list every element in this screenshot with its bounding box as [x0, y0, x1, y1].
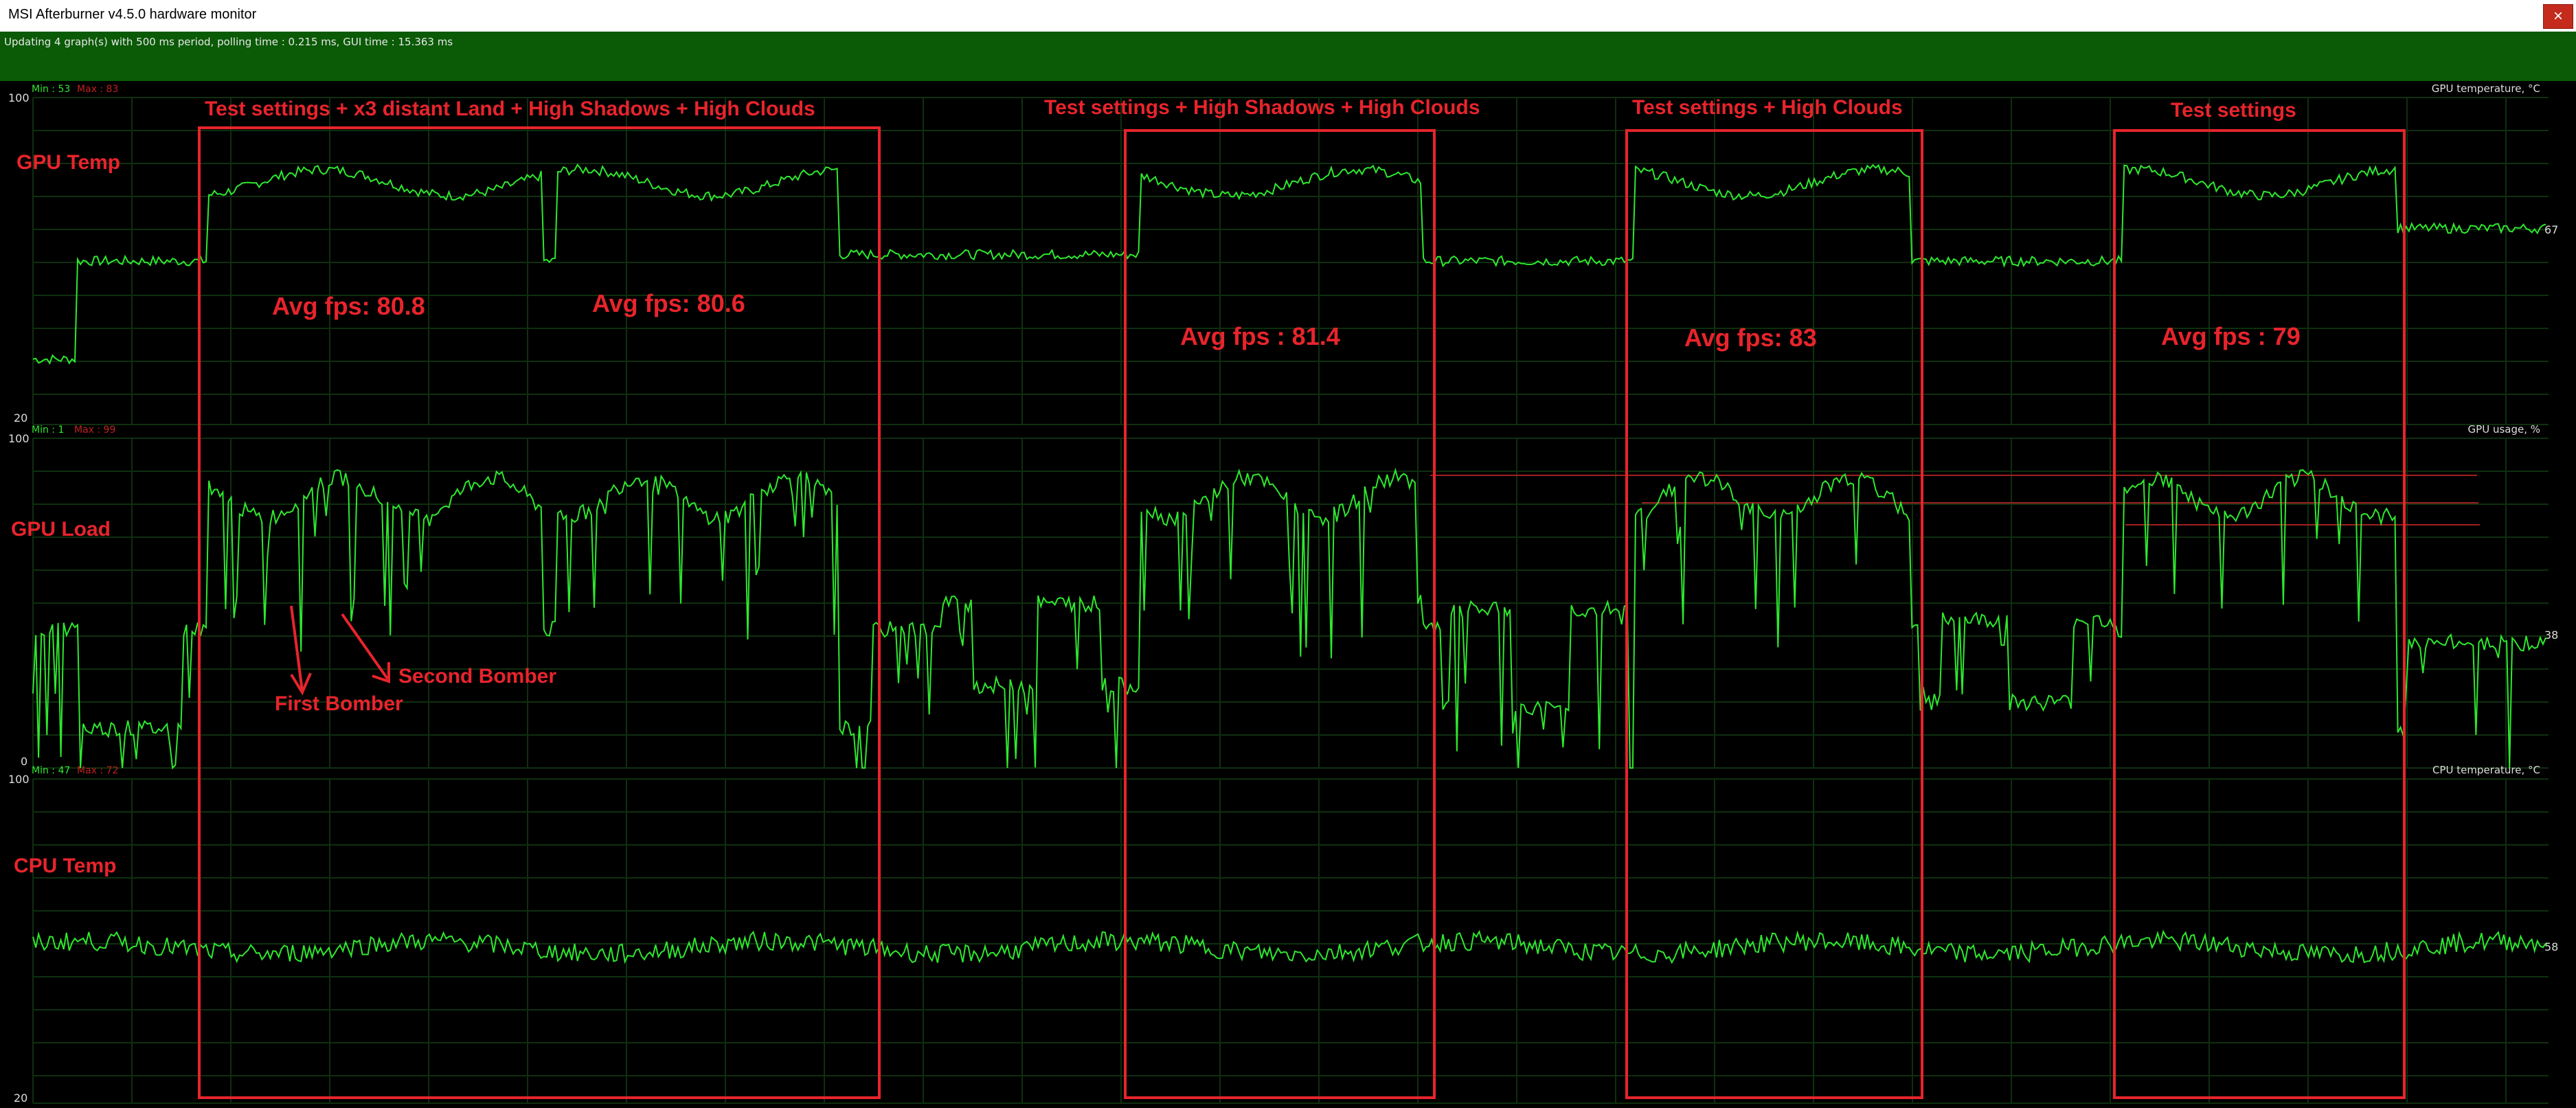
grid-gpu-usage — [32, 438, 2549, 769]
current-value-gpu-usage: 38 — [2544, 629, 2558, 642]
trace-gpu-usage — [32, 467, 2546, 770]
current-value-gpu-temp: 67 — [2544, 223, 2558, 236]
axis-bottom-gpu-usage: 0 — [21, 755, 27, 768]
current-value-cpu-temp: 58 — [2544, 940, 2558, 953]
grid-cpu-temperature — [32, 778, 2549, 1104]
annotation-box-3 — [1625, 129, 1923, 1099]
annotation-box-2 — [1124, 129, 1436, 1099]
graph-area: Min : 53 Max : 83 100 20 GPU temperature… — [0, 81, 2576, 1105]
axis-top-gpu-usage: 100 — [8, 432, 30, 445]
side-label-gpu-temp: GPU Temp — [16, 151, 120, 174]
avg-fps-1b: Avg fps: 80.6 — [592, 289, 745, 317]
axis-top-cpu-temp: 100 — [8, 773, 30, 786]
avg-fps-3: Avg fps: 83 — [1684, 324, 1817, 352]
min-label-cpu-temp: Min : 47 — [32, 765, 70, 776]
window-title: MSI Afterburner v4.5.0 hardware monitor — [8, 7, 257, 22]
max-label-gpu-usage: Max : 99 — [74, 425, 115, 436]
graph-cpu-temperature: Min : 47 Max : 72 100 20 CPU temperature… — [8, 764, 2558, 1105]
trace-cpu-temperature — [32, 929, 2546, 964]
status-text: Updating 4 graph(s) with 500 ms period, … — [4, 36, 453, 48]
min-label-gpu-temp: Min : 53 — [32, 84, 70, 95]
avg-fps-2: Avg fps : 81.4 — [1180, 322, 1340, 350]
side-label-cpu-temp: CPU Temp — [14, 855, 116, 877]
graph-title-gpu-usage: GPU usage, % — [2468, 423, 2540, 436]
monitor-graphs: Min : 53 Max : 83 100 20 GPU temperature… — [8, 82, 2558, 1105]
min-label-gpu-usage: Min : 1 — [32, 425, 64, 436]
max-label-cpu-temp: Max : 72 — [77, 765, 118, 776]
section-title-2: Test settings + High Shadows + High Clou… — [1044, 96, 1480, 119]
arrow-second-bomber — [341, 613, 390, 683]
section-title-4: Test settings — [2171, 99, 2296, 122]
grid-gpu-temperature — [32, 97, 2549, 425]
avg-fps-4: Avg fps : 79 — [2161, 322, 2301, 350]
label-second-bomber: Second Bomber — [398, 665, 556, 688]
status-bar: Updating 4 graph(s) with 500 ms period, … — [0, 32, 2576, 81]
close-button[interactable]: × — [2543, 4, 2573, 29]
graph-gpu-usage: Min : 1 Max : 99 100 0 GPU usage, % 38 — [8, 423, 2558, 770]
label-first-bomber: First Bomber — [275, 692, 403, 715]
axis-bottom-cpu-temp: 20 — [14, 1092, 27, 1105]
side-label-gpu-load: GPU Load — [11, 518, 111, 541]
section-title-3: Test settings + High Clouds — [1632, 96, 1903, 119]
avg-fps-1a: Avg fps: 80.8 — [272, 292, 425, 320]
axis-bottom-gpu-temp: 20 — [14, 411, 27, 425]
axis-top-gpu-temp: 100 — [8, 91, 30, 104]
graph-title-gpu-temp: GPU temperature, °C — [2432, 82, 2540, 95]
graph-gpu-temperature: Min : 53 Max : 83 100 20 GPU temperature… — [8, 82, 2558, 425]
window-titlebar: MSI Afterburner v4.5.0 hardware monitor … — [0, 0, 2576, 32]
section-title-1: Test settings + x3 distant Land + High S… — [205, 98, 815, 120]
graph-title-cpu-temp: CPU temperature, °C — [2432, 764, 2540, 776]
max-label-gpu-temp: Max : 83 — [77, 84, 118, 95]
